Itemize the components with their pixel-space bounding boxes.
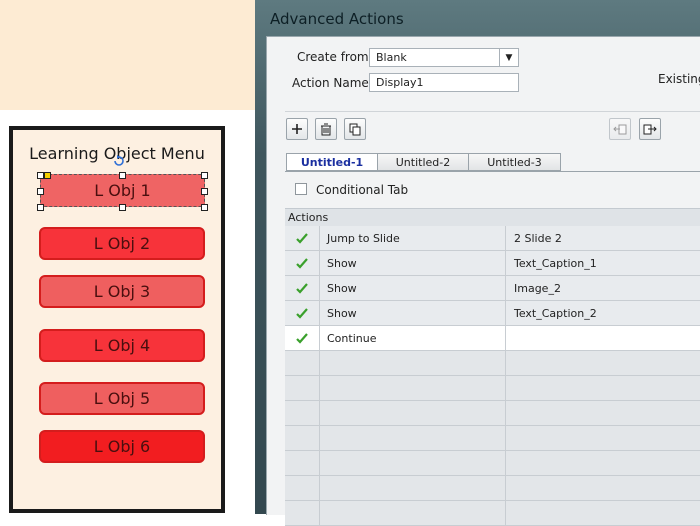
action-name-label: Action Name: xyxy=(292,76,373,90)
existing-actions-label: Existing xyxy=(658,72,700,86)
checkmark-icon xyxy=(296,332,308,344)
target-cell[interactable]: Image_2 xyxy=(506,276,700,300)
tab-label: Untitled-1 xyxy=(300,155,364,169)
menu-button-label: L Obj 6 xyxy=(93,437,151,456)
menu-button-lobj-5[interactable]: L Obj 5 xyxy=(39,382,205,415)
chevron-down-icon[interactable]: ▼ xyxy=(499,49,518,66)
resize-handle[interactable] xyxy=(37,188,44,195)
resize-handle[interactable] xyxy=(201,172,208,179)
add-action-button[interactable] xyxy=(286,118,308,140)
add-icon xyxy=(292,124,302,134)
resize-handle[interactable] xyxy=(37,172,44,179)
action-cell[interactable]: Show xyxy=(320,251,506,275)
resize-handle[interactable] xyxy=(119,204,126,211)
table-row-empty[interactable] xyxy=(285,351,700,376)
table-row[interactable]: Show Image_2 xyxy=(285,276,700,301)
move-right-icon xyxy=(643,124,657,135)
table-row[interactable]: Show Text_Caption_2 xyxy=(285,301,700,326)
resize-handle[interactable] xyxy=(201,188,208,195)
menu-button-label: L Obj 1 xyxy=(94,181,151,200)
tab-underline xyxy=(285,171,700,172)
target-cell[interactable]: Text_Caption_2 xyxy=(506,301,700,325)
table-row[interactable]: Jump to Slide 2 Slide 2 xyxy=(285,226,700,251)
table-row-empty[interactable] xyxy=(285,376,700,401)
menu-button-lobj-3[interactable]: L Obj 3 xyxy=(39,275,205,308)
table-row[interactable]: Continue xyxy=(285,326,700,351)
action-cell[interactable]: Show xyxy=(320,301,506,325)
checkmark-icon xyxy=(296,232,308,244)
resize-handle[interactable] xyxy=(37,204,44,211)
delete-action-button[interactable] xyxy=(315,118,337,140)
table-row[interactable]: Show Text_Caption_1 xyxy=(285,251,700,276)
actions-header: Actions xyxy=(285,208,700,226)
table-row-empty[interactable] xyxy=(285,476,700,501)
tab-untitled-1[interactable]: Untitled-1 xyxy=(286,153,378,171)
table-row-empty[interactable] xyxy=(285,451,700,476)
resize-handle[interactable] xyxy=(44,172,51,179)
menu-button-lobj-2[interactable]: L Obj 2 xyxy=(39,227,205,260)
action-cell[interactable]: Show xyxy=(320,276,506,300)
action-cell[interactable]: Continue xyxy=(320,326,506,350)
rotate-handle-icon[interactable] xyxy=(112,154,126,168)
resize-handle[interactable] xyxy=(201,204,208,211)
menu-button-label: L Obj 5 xyxy=(93,389,151,408)
menu-button-label: L Obj 2 xyxy=(93,234,151,253)
resize-handle[interactable] xyxy=(119,172,126,179)
table-row-empty[interactable] xyxy=(285,426,700,451)
create-from-label: Create from: xyxy=(297,50,373,64)
dialog-title: Advanced Actions xyxy=(270,10,404,28)
checkmark-icon xyxy=(296,282,308,294)
duplicate-icon xyxy=(349,123,360,135)
checkmark-icon xyxy=(296,307,308,319)
delete-icon xyxy=(321,123,331,135)
actions-table: Jump to Slide 2 Slide 2 Show Text_Captio… xyxy=(285,226,700,526)
move-right-button[interactable] xyxy=(639,118,661,140)
menu-button-label: L Obj 3 xyxy=(93,282,151,301)
menu-button-lobj-4[interactable]: L Obj 4 xyxy=(39,329,205,362)
conditional-tab-label: Conditional Tab xyxy=(316,183,409,197)
duplicate-action-button[interactable] xyxy=(344,118,366,140)
menu-button-label: L Obj 4 xyxy=(93,336,151,355)
stage-background xyxy=(0,0,260,110)
tab-label: Untitled-2 xyxy=(395,155,451,169)
move-left-icon xyxy=(613,124,627,135)
checkmark-icon xyxy=(296,257,308,269)
create-from-select[interactable]: Blank ▼ xyxy=(369,48,519,67)
action-name-value: Display1 xyxy=(376,76,424,89)
target-cell[interactable] xyxy=(506,326,700,350)
create-from-value: Blank xyxy=(376,51,407,64)
tab-label: Untitled-3 xyxy=(487,155,542,169)
menu-button-lobj-6[interactable]: L Obj 6 xyxy=(39,430,205,463)
action-name-input[interactable]: Display1 xyxy=(369,73,519,92)
table-row-empty[interactable] xyxy=(285,401,700,426)
tab-untitled-3[interactable]: Untitled-3 xyxy=(468,153,561,171)
conditional-tab-checkbox[interactable] xyxy=(295,183,307,195)
action-cell[interactable]: Jump to Slide xyxy=(320,226,506,250)
tab-untitled-2[interactable]: Untitled-2 xyxy=(377,153,469,171)
target-cell[interactable]: Text_Caption_1 xyxy=(506,251,700,275)
target-cell[interactable]: 2 Slide 2 xyxy=(506,226,700,250)
move-left-button[interactable] xyxy=(609,118,631,140)
divider xyxy=(285,111,700,112)
